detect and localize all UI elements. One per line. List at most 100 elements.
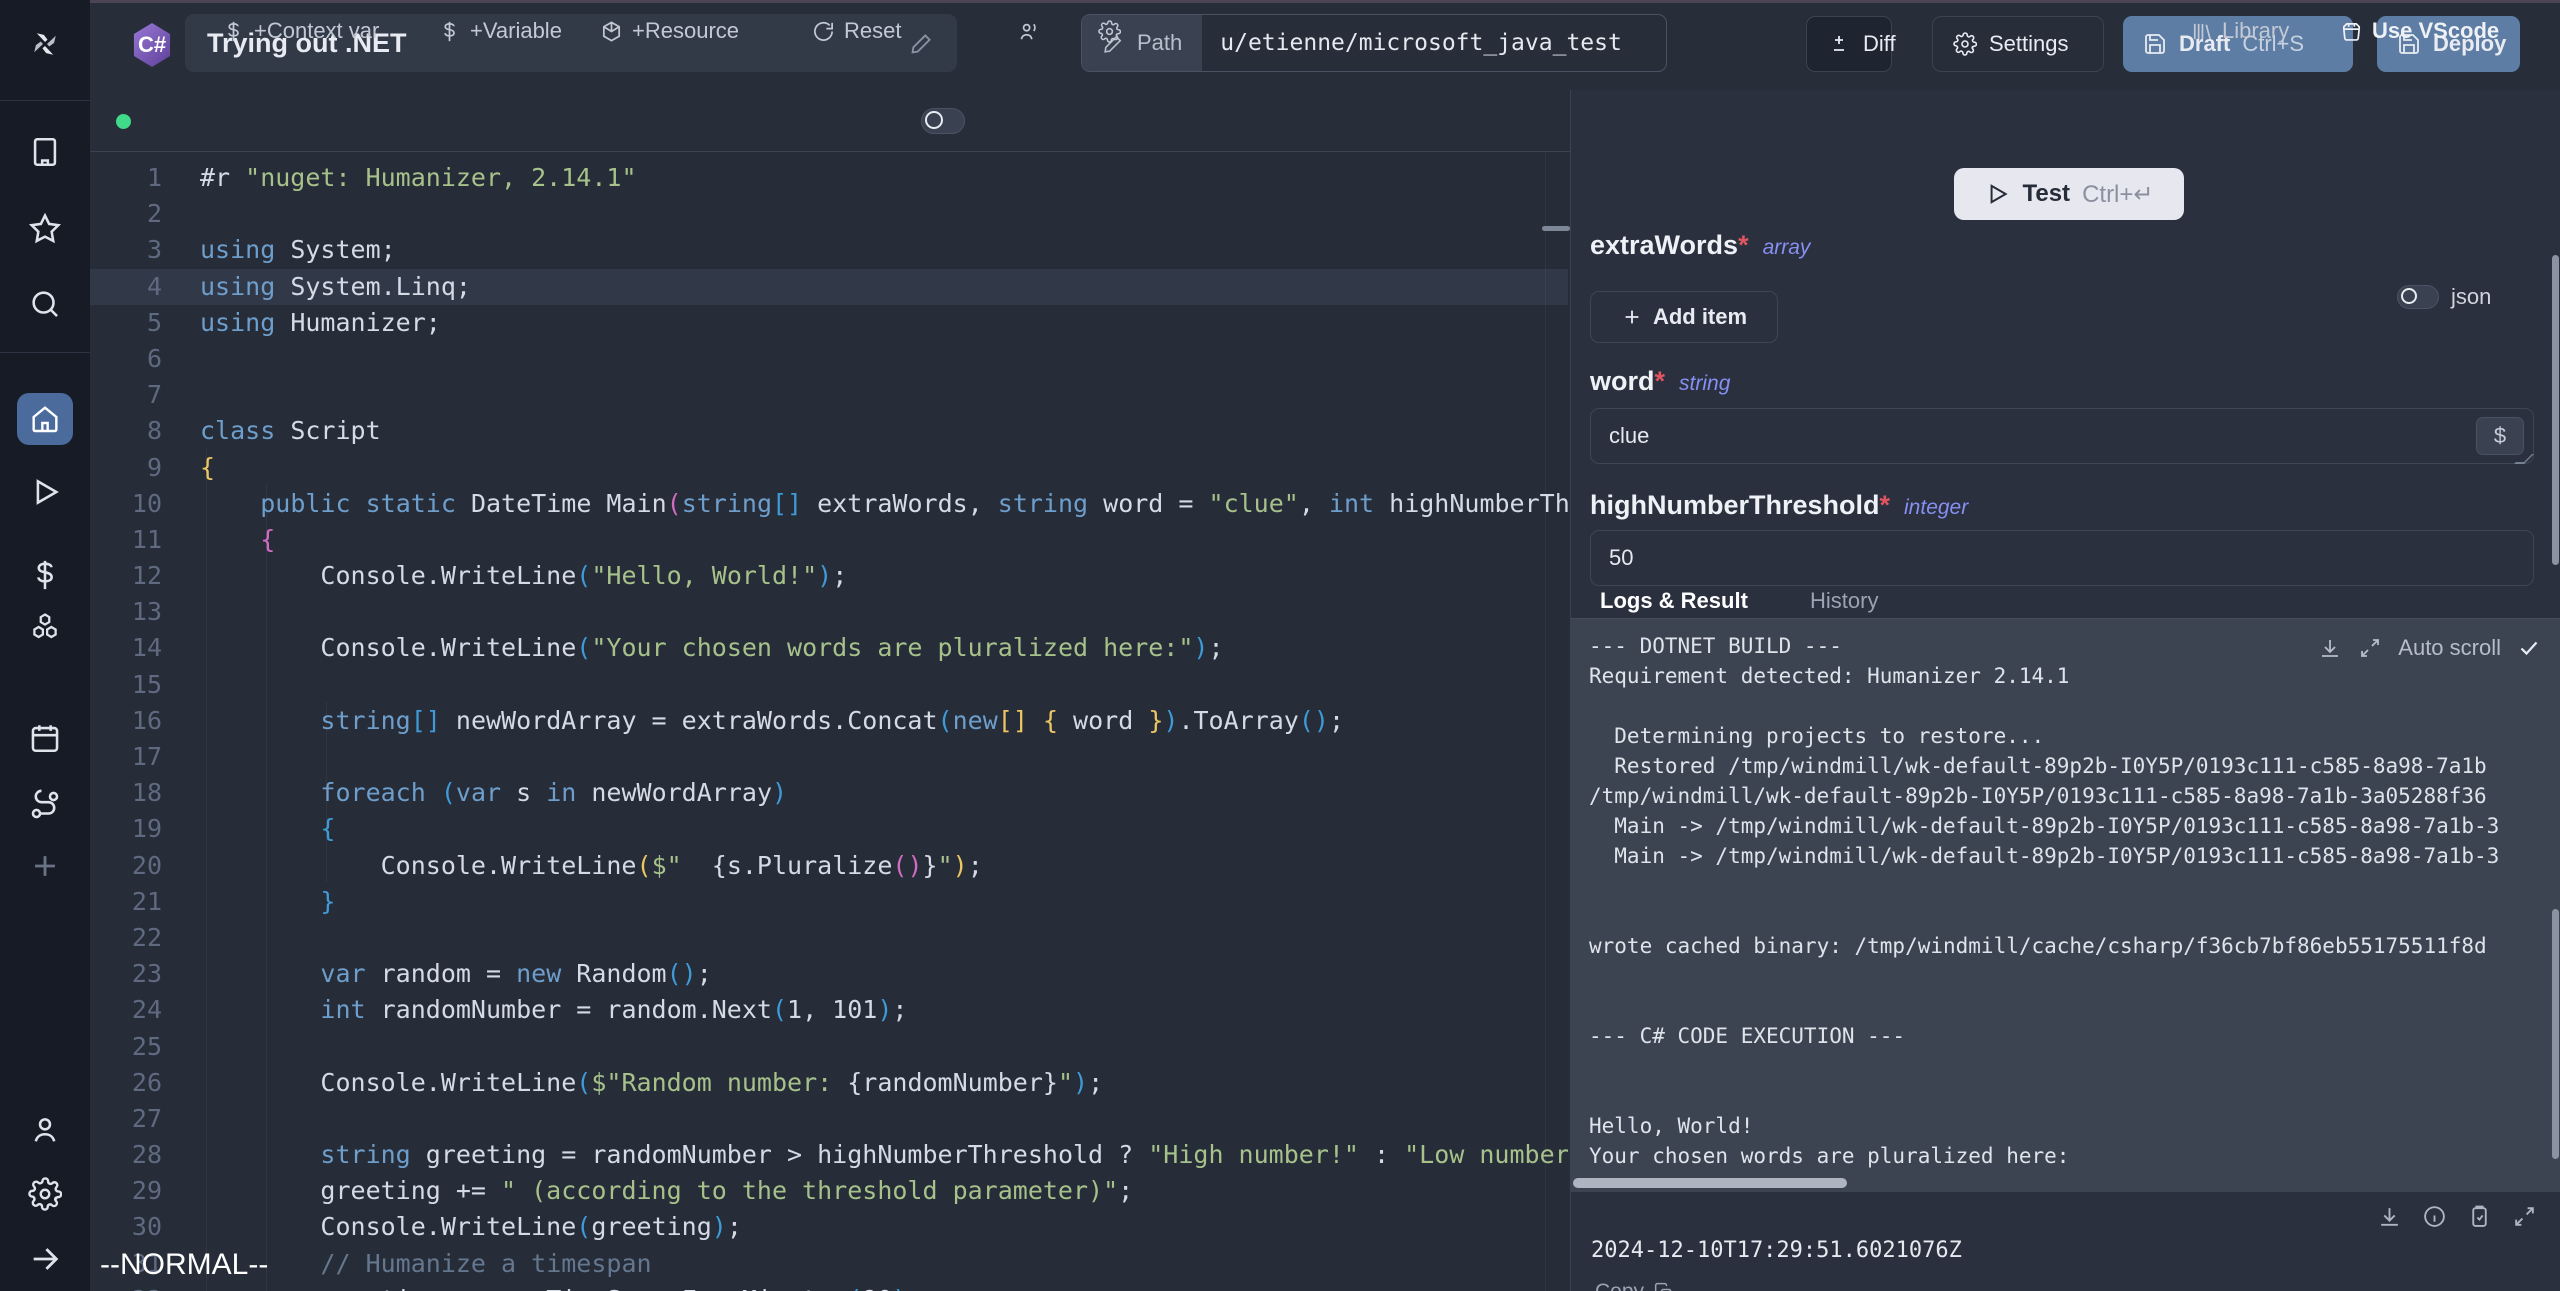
line-number: 30: [90, 1209, 162, 1245]
word-input[interactable]: [1590, 408, 2534, 464]
line-number: 3: [90, 232, 162, 268]
arg-name: word: [1590, 366, 1655, 396]
clipboard-icon[interactable]: [2467, 1204, 2492, 1229]
edit-title-pencil-icon[interactable]: [909, 30, 935, 56]
tab-history[interactable]: History: [1810, 588, 1878, 614]
add-item-button[interactable]: Add item: [1590, 291, 1778, 343]
code-line-12[interactable]: 12 Console.WriteLine("Hello, World!");: [90, 558, 1568, 594]
test-button[interactable]: Test Ctrl+↵: [1954, 168, 2184, 220]
download-result-icon[interactable]: [2377, 1204, 2402, 1229]
panel-vertical-scrollbar[interactable]: [2552, 255, 2559, 565]
code-line-15[interactable]: 15: [90, 667, 1568, 703]
code-text: greeting += " (according to the threshol…: [162, 1173, 1133, 1209]
code-line-21[interactable]: 21 }: [90, 884, 1568, 920]
sidebar-item-schedules calendar-icon[interactable]: [0, 714, 90, 762]
editor-settings-gear-icon[interactable]: [1098, 0, 1121, 62]
code-line-16[interactable]: 16 string[] newWordArray = extraWords.Co…: [90, 703, 1568, 739]
assistant-toggle[interactable]: [921, 108, 965, 134]
code-line-4[interactable]: 4using System.Linq;: [90, 269, 1568, 305]
multiplayer-users-icon[interactable]: [1018, 0, 1041, 62]
code-line-7[interactable]: 7: [90, 377, 1568, 413]
panel-splitter-handle[interactable]: [1542, 226, 1570, 231]
diff-button[interactable]: Diff: [1806, 16, 1892, 72]
code-text: [162, 920, 200, 956]
code-line-30[interactable]: 30 Console.WriteLine(greeting);: [90, 1209, 1568, 1245]
line-number: 5: [90, 305, 162, 341]
line-number: 25: [90, 1029, 162, 1065]
log-line: [1589, 991, 2499, 1021]
use-vscode-button[interactable]: Use VScode: [2340, 0, 2499, 62]
info-icon[interactable]: [2422, 1204, 2447, 1229]
code-line-29[interactable]: 29 greeting += " (according to the thres…: [90, 1173, 1568, 1209]
log-horizontal-scrollbar[interactable]: [1573, 1178, 1847, 1188]
code-line-2[interactable]: 2: [90, 196, 1568, 232]
code-line-24[interactable]: 24 int randomNumber = random.Next(1, 101…: [90, 992, 1568, 1028]
code-line-23[interactable]: 23 var random = new Random();: [90, 956, 1568, 992]
sidebar-item-search search-icon[interactable]: [0, 280, 90, 328]
sidebar-item-home home-icon[interactable]: [17, 393, 73, 445]
expand-result-icon[interactable]: [2512, 1204, 2537, 1229]
add-context-var-button[interactable]: +Context var: [222, 0, 379, 62]
code-line-8[interactable]: 8class Script: [90, 413, 1568, 449]
code-line-9[interactable]: 9{: [90, 450, 1568, 486]
sidebar-item-runs play-icon[interactable]: [0, 468, 90, 516]
sidebar-item-flows route-icon[interactable]: [0, 781, 90, 829]
sidebar-item-account user-icon[interactable]: [0, 1106, 90, 1154]
line-number: 4: [90, 269, 162, 305]
code-line-22[interactable]: 22: [90, 920, 1568, 956]
code-text: using System;: [162, 232, 396, 268]
code-line-18[interactable]: 18 foreach (var s in newWordArray): [90, 775, 1568, 811]
code-line-31[interactable]: 31 // Humanize a timespan: [90, 1246, 1568, 1282]
reset-button[interactable]: Reset: [812, 0, 901, 62]
code-line-32[interactable]: 32 var timespan = TimeSpan.FromMinutes(9…: [90, 1282, 1568, 1291]
autoscroll-checkmark-icon[interactable]: [2517, 636, 2541, 660]
code-line-3[interactable]: 3using System;: [90, 232, 1568, 268]
download-logs-icon[interactable]: [2318, 636, 2342, 660]
code-line-26[interactable]: 26 Console.WriteLine($"Random number: {r…: [90, 1065, 1568, 1101]
settings-button[interactable]: Settings: [1932, 16, 2104, 72]
code-line-11[interactable]: 11 {: [90, 522, 1568, 558]
threshold-input[interactable]: [1590, 530, 2534, 586]
code-line-5[interactable]: 5using Humanizer;: [90, 305, 1568, 341]
sidebar-item-resources boxes-icon[interactable]: [0, 603, 90, 651]
settings-label: Settings: [1989, 31, 2069, 57]
code-lines[interactable]: 1#r "nuget: Humanizer, 2.14.1"23using Sy…: [90, 160, 1568, 1291]
sidebar-item-favorites star-icon[interactable]: [0, 205, 90, 253]
log-output[interactable]: --- DOTNET BUILD ---Requirement detected…: [1571, 619, 2560, 1192]
add-variable-button[interactable]: +Variable: [438, 0, 562, 62]
line-number: 23: [90, 956, 162, 992]
code-line-25[interactable]: 25: [90, 1029, 1568, 1065]
sidebar-item-settings gear-icon[interactable]: [0, 1170, 90, 1218]
code-line-20[interactable]: 20 Console.WriteLine($" {s.Pluralize()}"…: [90, 848, 1568, 884]
code-line-14[interactable]: 14 Console.WriteLine("Your chosen words …: [90, 630, 1568, 666]
line-number: 22: [90, 920, 162, 956]
code-line-28[interactable]: 28 string greeting = randomNumber > high…: [90, 1137, 1568, 1173]
code-line-27[interactable]: 27: [90, 1101, 1568, 1137]
sidebar-item-add plus-icon[interactable]: [0, 842, 90, 890]
code-line-17[interactable]: 17: [90, 739, 1568, 775]
copy-result-button[interactable]: Copy: [1595, 1280, 1674, 1291]
expand-logs-icon[interactable]: [2358, 636, 2382, 660]
sidebar-item-workspace building-icon[interactable]: [0, 128, 90, 176]
tab-logs-result[interactable]: Logs & Result: [1600, 588, 1748, 614]
path-value[interactable]: u/etienne/microsoft_java_test: [1202, 30, 1640, 56]
code-line-1[interactable]: 1#r "nuget: Humanizer, 2.14.1": [90, 160, 1568, 196]
code-editor[interactable]: 1#r "nuget: Humanizer, 2.14.1"23using Sy…: [90, 152, 1568, 1291]
arg-type: integer: [1904, 496, 1968, 519]
library-button[interactable]: Library: [2190, 0, 2289, 62]
sidebar-divider: [0, 100, 90, 101]
line-number: 11: [90, 522, 162, 558]
code-line-10[interactable]: 10 public static DateTime Main(string[] …: [90, 486, 1568, 522]
code-line-13[interactable]: 13: [90, 594, 1568, 630]
sidebar-item-variables dollar-icon[interactable]: [0, 551, 90, 599]
code-line-6[interactable]: 6: [90, 341, 1568, 377]
json-toggle[interactable]: [2397, 285, 2439, 309]
insert-variable-button[interactable]: $: [2476, 417, 2524, 455]
log-vertical-scrollbar[interactable]: [2552, 909, 2559, 1159]
add-resource-button[interactable]: +Resource: [600, 0, 739, 62]
code-line-19[interactable]: 19 {: [90, 811, 1568, 847]
sidebar-collapse arrow-right-icon[interactable]: [0, 1235, 90, 1283]
path-field[interactable]: Path u/etienne/microsoft_java_test: [1081, 14, 1667, 72]
diff-icon: [1827, 32, 1851, 56]
windmill-logo-icon[interactable]: [0, 20, 90, 68]
